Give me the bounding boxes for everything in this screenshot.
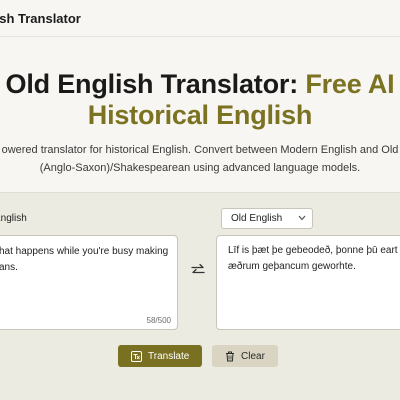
target-language-select[interactable]: Old English [221,208,313,229]
brand-name[interactable]: lish Translator [0,11,81,26]
translation-text-line-2: æðrum geþancum geworhte. [228,261,356,272]
trash-icon [226,351,234,361]
clear-button-label: Clear [241,350,265,362]
title-accent-2: Historical English [87,100,313,130]
target-language-value: Old English [231,213,283,224]
subtitle-line-2: (Anglo-Saxon)/Shakespearean using advanc… [39,162,361,174]
translation-text: Līf is þæt þe gebeodeð, þonne þū eart b … [228,243,400,275]
character-counter: 58/500 [146,316,171,325]
translate-icon [131,350,142,362]
chevron-down-icon [298,215,306,221]
subtitle-line-1: owered translator for historical English… [1,144,399,156]
page-title: Old English Translator: Free AI Historic… [0,69,400,131]
translation-output[interactable]: Līf is þæt þe gebeodeð, þonne þū eart b … [216,235,400,330]
page-subtitle: owered translator for historical English… [0,141,400,177]
source-text: hat happens while you're busy making ans… [0,244,169,276]
title-accent-1: Free AI [305,69,395,99]
translate-button[interactable]: Translate [118,345,202,367]
source-language-select[interactable]: English [0,213,27,224]
swap-arrows-icon[interactable] [190,262,206,278]
source-text-line-2: ans. [0,262,18,273]
source-text-line-1: hat happens while you're busy making [0,246,169,257]
page: lish Translator Old English Translator: … [0,0,400,400]
translation-text-line-1: Līf is þæt þe gebeodeð, þonne þū eart b [228,245,400,256]
translate-button-label: Translate [148,350,190,362]
top-nav-bar: lish Translator [0,0,400,37]
title-primary: Old English Translator: [5,69,299,99]
source-text-input[interactable]: hat happens while you're busy making ans… [0,235,178,330]
clear-button[interactable]: Clear [212,345,278,367]
